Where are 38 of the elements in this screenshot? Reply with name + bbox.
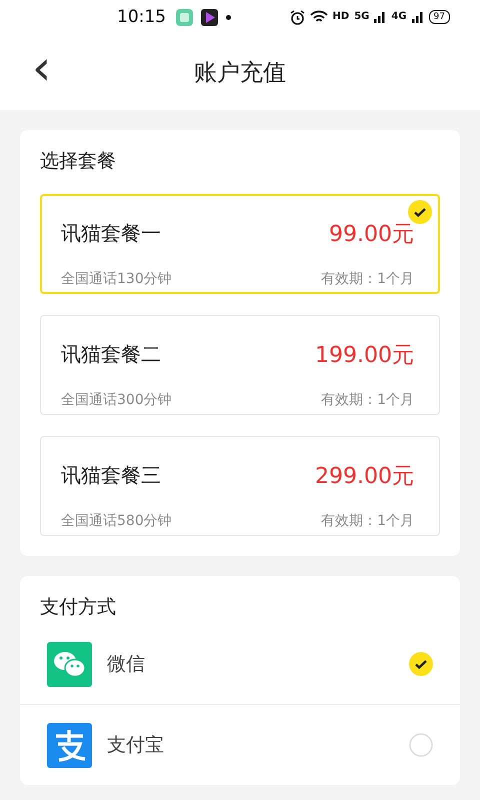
- plan-option[interactable]: 讯猫套餐三 299.00元 全国通话580分钟 有效期：1个月: [40, 436, 440, 536]
- payment-method-name: 微信: [107, 652, 146, 677]
- chat-bubbles-icon: [47, 642, 92, 686]
- signal-icon: [412, 11, 424, 23]
- plan-validity: 有效期：1个月: [321, 512, 414, 530]
- plan-price: 299.00元: [315, 462, 414, 491]
- video-app-icon: [201, 8, 218, 26]
- payment-method-name: 支付宝: [107, 733, 165, 758]
- checked-icon[interactable]: [409, 652, 433, 676]
- page-title: 账户充值: [194, 58, 286, 88]
- network-label: 5G: [354, 12, 370, 22]
- battery-level: 97: [428, 10, 450, 24]
- checked-icon[interactable]: [408, 200, 432, 224]
- plan-minutes: 全国通话130分钟: [61, 270, 173, 288]
- plan-option[interactable]: 讯猫套餐一 99.00元 全国通话130分钟 有效期：1个月: [40, 194, 440, 294]
- radio-icon[interactable]: [409, 733, 433, 757]
- plan-price: 99.00元: [329, 220, 414, 248]
- wifi-icon: [310, 10, 328, 24]
- status-time: 10:15: [117, 7, 166, 27]
- plan-validity: 有效期：1个月: [321, 270, 414, 288]
- plan-name: 讯猫套餐三: [61, 462, 162, 490]
- plan-name: 讯猫套餐一: [61, 220, 162, 247]
- plan-validity: 有效期：1个月: [321, 391, 414, 410]
- network-label: 4G: [391, 12, 407, 22]
- plan-name: 讯猫套餐二: [61, 341, 162, 368]
- payment-glyph-icon: [47, 722, 92, 768]
- alarm-icon: [290, 10, 305, 24]
- plan-minutes: 全国通话580分钟: [61, 512, 173, 530]
- signal-icon: [374, 11, 386, 23]
- section-title: 选择套餐: [40, 149, 117, 174]
- back-button[interactable]: ‹: [26, 48, 58, 88]
- plan-minutes: 全国通话300分钟: [61, 391, 173, 410]
- plan-option[interactable]: 讯猫套餐二 199.00元 全国通话300分钟 有效期：1个月: [40, 315, 440, 415]
- section-title: 支付方式: [40, 595, 117, 620]
- app-notification-icon: [176, 8, 193, 26]
- network-label: HD: [332, 12, 350, 22]
- dot-icon: [226, 14, 231, 20]
- plan-price: 199.00元: [315, 342, 414, 370]
